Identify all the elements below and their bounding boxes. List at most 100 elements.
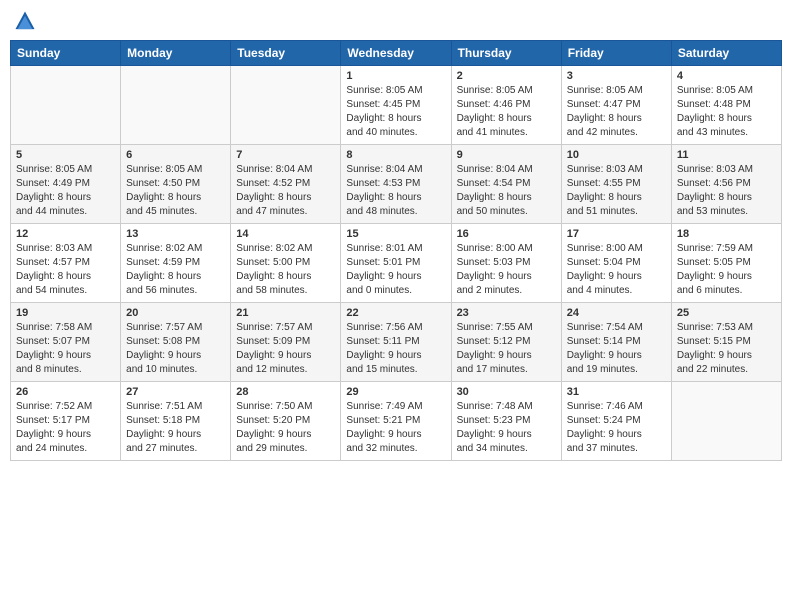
day-info: Sunrise: 8:05 AM Sunset: 4:47 PM Dayligh… — [567, 84, 666, 140]
day-info: Sunrise: 7:52 AM Sunset: 5:17 PM Dayligh… — [16, 400, 115, 456]
weekday-header-thursday: Thursday — [451, 41, 561, 66]
day-number: 31 — [567, 386, 666, 398]
weekday-header-friday: Friday — [561, 41, 671, 66]
day-cell: 16 Sunrise: 8:00 AM Sunset: 5:03 PM Dayli… — [451, 224, 561, 303]
day-info: Sunrise: 8:02 AM Sunset: 5:00 PM Dayligh… — [236, 242, 335, 298]
day-info: Sunrise: 8:05 AM Sunset: 4:48 PM Dayligh… — [677, 84, 776, 140]
day-info: Sunrise: 8:04 AM Sunset: 4:54 PM Dayligh… — [457, 163, 556, 219]
day-number: 9 — [457, 149, 556, 161]
day-number: 18 — [677, 228, 776, 240]
calendar-table: SundayMondayTuesdayWednesdayThursdayFrid… — [10, 40, 782, 461]
day-number: 27 — [126, 386, 225, 398]
week-row-2: 5 Sunrise: 8:05 AM Sunset: 4:49 PM Daylig… — [11, 145, 782, 224]
day-info: Sunrise: 7:48 AM Sunset: 5:23 PM Dayligh… — [457, 400, 556, 456]
day-cell: 31Sunrise: 7:46 AM Sunset: 5:24 PM Dayli… — [561, 382, 671, 461]
day-number: 12 — [16, 228, 115, 240]
day-info: Sunrise: 8:00 AM Sunset: 5:04 PM Dayligh… — [567, 242, 666, 298]
day-info: Sunrise: 7:58 AM Sunset: 5:07 PM Dayligh… — [16, 321, 115, 377]
day-number: 20 — [126, 307, 225, 319]
day-cell: 6 Sunrise: 8:05 AM Sunset: 4:50 PM Daylig… — [121, 145, 231, 224]
day-number: 21 — [236, 307, 335, 319]
day-number: 10 — [567, 149, 666, 161]
day-info: Sunrise: 8:00 AM Sunset: 5:03 PM Dayligh… — [457, 242, 556, 298]
day-cell: 22 Sunrise: 7:56 AM Sunset: 5:11 PM Dayli… — [341, 303, 451, 382]
day-cell — [121, 66, 231, 145]
day-cell: 13Sunrise: 8:02 AM Sunset: 4:59 PM Dayli… — [121, 224, 231, 303]
day-cell: 23 Sunrise: 7:55 AM Sunset: 5:12 PM Dayli… — [451, 303, 561, 382]
day-info: Sunrise: 8:05 AM Sunset: 4:50 PM Dayligh… — [126, 163, 225, 219]
day-cell: 1 Sunrise: 8:05 AM Sunset: 4:45 PM Daylig… — [341, 66, 451, 145]
day-cell: 4 Sunrise: 8:05 AM Sunset: 4:48 PM Daylig… — [671, 66, 781, 145]
day-number: 29 — [346, 386, 445, 398]
day-number: 16 — [457, 228, 556, 240]
day-number: 23 — [457, 307, 556, 319]
header — [10, 10, 782, 32]
day-number: 28 — [236, 386, 335, 398]
day-info: Sunrise: 7:57 AM Sunset: 5:09 PM Dayligh… — [236, 321, 335, 377]
day-info: Sunrise: 7:55 AM Sunset: 5:12 PM Dayligh… — [457, 321, 556, 377]
weekday-header-wednesday: Wednesday — [341, 41, 451, 66]
day-cell: 5 Sunrise: 8:05 AM Sunset: 4:49 PM Daylig… — [11, 145, 121, 224]
day-info: Sunrise: 7:53 AM Sunset: 5:15 PM Dayligh… — [677, 321, 776, 377]
day-cell: 20Sunrise: 7:57 AM Sunset: 5:08 PM Dayli… — [121, 303, 231, 382]
day-cell: 11Sunrise: 8:03 AM Sunset: 4:56 PM Dayli… — [671, 145, 781, 224]
day-info: Sunrise: 8:04 AM Sunset: 4:53 PM Dayligh… — [346, 163, 445, 219]
day-cell: 18 Sunrise: 7:59 AM Sunset: 5:05 PM Dayli… — [671, 224, 781, 303]
day-number: 1 — [346, 70, 445, 82]
day-info: Sunrise: 8:05 AM Sunset: 4:45 PM Dayligh… — [346, 84, 445, 140]
day-number: 14 — [236, 228, 335, 240]
day-info: Sunrise: 8:03 AM Sunset: 4:55 PM Dayligh… — [567, 163, 666, 219]
page: SundayMondayTuesdayWednesdayThursdayFrid… — [0, 0, 792, 612]
day-cell: 25Sunrise: 7:53 AM Sunset: 5:15 PM Dayli… — [671, 303, 781, 382]
day-info: Sunrise: 7:51 AM Sunset: 5:18 PM Dayligh… — [126, 400, 225, 456]
day-cell: 12 Sunrise: 8:03 AM Sunset: 4:57 PM Dayli… — [11, 224, 121, 303]
day-cell: 15Sunrise: 8:01 AM Sunset: 5:01 PM Dayli… — [341, 224, 451, 303]
day-number: 26 — [16, 386, 115, 398]
logo-icon — [14, 10, 36, 32]
weekday-header-tuesday: Tuesday — [231, 41, 341, 66]
day-cell: 7 Sunrise: 8:04 AM Sunset: 4:52 PM Daylig… — [231, 145, 341, 224]
day-cell — [11, 66, 121, 145]
day-info: Sunrise: 7:56 AM Sunset: 5:11 PM Dayligh… — [346, 321, 445, 377]
day-info: Sunrise: 8:03 AM Sunset: 4:57 PM Dayligh… — [16, 242, 115, 298]
day-number: 13 — [126, 228, 225, 240]
day-cell: 27 Sunrise: 7:51 AM Sunset: 5:18 PM Dayli… — [121, 382, 231, 461]
day-info: Sunrise: 8:04 AM Sunset: 4:52 PM Dayligh… — [236, 163, 335, 219]
day-cell: 14 Sunrise: 8:02 AM Sunset: 5:00 PM Dayli… — [231, 224, 341, 303]
week-row-3: 12 Sunrise: 8:03 AM Sunset: 4:57 PM Dayli… — [11, 224, 782, 303]
week-row-1: 1 Sunrise: 8:05 AM Sunset: 4:45 PM Daylig… — [11, 66, 782, 145]
logo — [14, 10, 38, 32]
weekday-header-sunday: Sunday — [11, 41, 121, 66]
day-info: Sunrise: 7:59 AM Sunset: 5:05 PM Dayligh… — [677, 242, 776, 298]
day-number: 8 — [346, 149, 445, 161]
day-cell — [231, 66, 341, 145]
day-number: 4 — [677, 70, 776, 82]
day-number: 19 — [16, 307, 115, 319]
day-number: 5 — [16, 149, 115, 161]
week-row-4: 19 Sunrise: 7:58 AM Sunset: 5:07 PM Dayli… — [11, 303, 782, 382]
day-number: 3 — [567, 70, 666, 82]
week-row-5: 26 Sunrise: 7:52 AM Sunset: 5:17 PM Dayli… — [11, 382, 782, 461]
day-cell: 10 Sunrise: 8:03 AM Sunset: 4:55 PM Dayli… — [561, 145, 671, 224]
day-cell — [671, 382, 781, 461]
day-number: 30 — [457, 386, 556, 398]
day-number: 22 — [346, 307, 445, 319]
day-info: Sunrise: 8:01 AM Sunset: 5:01 PM Dayligh… — [346, 242, 445, 298]
day-cell: 2Sunrise: 8:05 AM Sunset: 4:46 PM Daylig… — [451, 66, 561, 145]
day-cell: 8 Sunrise: 8:04 AM Sunset: 4:53 PM Daylig… — [341, 145, 451, 224]
day-cell: 24Sunrise: 7:54 AM Sunset: 5:14 PM Dayli… — [561, 303, 671, 382]
day-number: 24 — [567, 307, 666, 319]
day-number: 6 — [126, 149, 225, 161]
day-number: 7 — [236, 149, 335, 161]
day-number: 2 — [457, 70, 556, 82]
day-info: Sunrise: 7:50 AM Sunset: 5:20 PM Dayligh… — [236, 400, 335, 456]
day-info: Sunrise: 8:05 AM Sunset: 4:49 PM Dayligh… — [16, 163, 115, 219]
day-cell: 19 Sunrise: 7:58 AM Sunset: 5:07 PM Dayli… — [11, 303, 121, 382]
weekday-header-monday: Monday — [121, 41, 231, 66]
day-cell: 21 Sunrise: 7:57 AM Sunset: 5:09 PM Dayli… — [231, 303, 341, 382]
day-number: 11 — [677, 149, 776, 161]
day-cell: 3 Sunrise: 8:05 AM Sunset: 4:47 PM Daylig… — [561, 66, 671, 145]
day-number: 17 — [567, 228, 666, 240]
day-cell: 17 Sunrise: 8:00 AM Sunset: 5:04 PM Dayli… — [561, 224, 671, 303]
day-cell: 28 Sunrise: 7:50 AM Sunset: 5:20 PM Dayli… — [231, 382, 341, 461]
